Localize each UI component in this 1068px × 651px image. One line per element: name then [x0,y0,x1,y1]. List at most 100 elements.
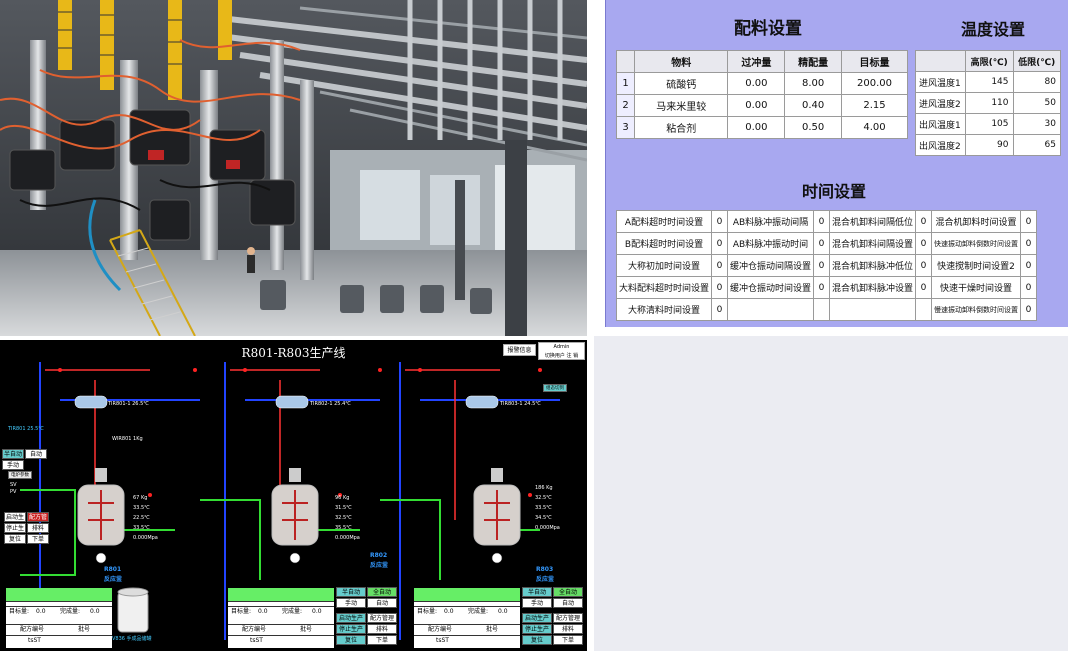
login-panel[interactable]: Admin 切换用户 注 销 [538,342,585,360]
recipe-mgmt-button[interactable]: 配方管理 [27,512,49,531]
temperature-low-value[interactable]: 30 [1012,113,1061,135]
line3-recipe-value[interactable]: tsST [436,636,449,646]
time-value[interactable]: 0 [915,210,932,233]
time-value[interactable]: 0 [915,254,932,277]
time-value[interactable]: 0 [711,298,728,321]
line2-start-button[interactable]: 启动生产 [336,613,366,623]
line3-discharge-button[interactable]: 下单 [553,635,583,645]
line2-discharge-button[interactable]: 下单 [367,635,397,645]
time-value [813,298,830,321]
r801-pressure: 0.000Mpa [133,535,158,541]
recipe-row-index: 1 [616,72,635,95]
time-row: A配料超时时间设置 0 AB料脉冲振动间隔 0 混合机卸料间隔低位 0 混合机卸… [615,210,1037,233]
time-value[interactable]: 0 [1020,298,1037,321]
line2-target-label: 目标量: [231,608,252,615]
recipe-target-value[interactable]: 200.00 [841,72,908,95]
heating-params[interactable]: 电炉参数 [8,471,32,479]
recipe-fine-value[interactable]: 8.00 [784,72,843,95]
line2-recipe-value-row: tsST [228,635,334,645]
semi-auto-button[interactable]: 半自动 [2,449,24,459]
r802-temp-3: 35.5℃ [335,525,352,531]
recipe-fine-value[interactable]: 0.50 [784,116,843,139]
r802-temp-2: 32.5℃ [335,515,352,521]
line1-done-value: 0.0 [90,608,100,615]
right-tag[interactable]: 组态切到 [543,384,567,392]
temperature-label: 进风温度2 [915,92,966,114]
time-value[interactable]: 0 [1020,232,1037,255]
line3-reset-button[interactable]: 复位 [522,635,552,645]
line3-full-auto-button[interactable]: 全自动 [553,587,583,597]
time-value[interactable]: 0 [915,276,932,299]
temperature-low-value[interactable]: 80 [1012,71,1061,93]
line2-feed-button[interactable]: 排料 [367,624,397,634]
composite-screen: 配料设置 温度设置 物料 过冲量 精配量 目标量 1 硫酸钙 0.00 8.00… [0,0,1068,651]
recipe-overshoot-value[interactable]: 0.00 [727,72,786,95]
line2-auto-button[interactable]: 自动 [367,598,397,608]
login-actions[interactable]: 切换用户 注 销 [539,352,584,361]
time-label: 大称清料时间设置 [615,298,713,321]
time-value[interactable]: 0 [915,232,932,255]
line2-manual-button[interactable]: 手动 [336,598,366,608]
stop-production-button[interactable]: 停止生产 [4,523,26,542]
reset-button[interactable]: 复位 [4,534,26,544]
manual-button[interactable]: 手动 [2,460,24,470]
line3-status-bar [414,588,520,602]
recipe-target-value[interactable]: 2.15 [841,94,908,117]
time-label: AB料脉冲振动时间 [726,232,815,255]
auto-button[interactable]: 自动 [25,449,47,459]
temperature-high-value[interactable]: 90 [965,134,1014,156]
r803-temp-2: 33.5℃ [535,505,552,511]
line2-full-auto-button[interactable]: 全自动 [367,587,397,597]
recipe-settings-panel: 配料设置 温度设置 物料 过冲量 精配量 目标量 1 硫酸钙 0.00 8.00… [605,0,1068,327]
line2-recipe-value[interactable]: tsST [250,636,263,646]
temperature-low-value[interactable]: 50 [1012,92,1061,114]
feed-button[interactable]: 排料 [27,523,49,533]
recipe-fine-value[interactable]: 0.40 [784,94,843,117]
time-value[interactable]: 0 [813,210,830,233]
time-value[interactable]: 0 [813,276,830,299]
time-value[interactable]: 0 [1020,210,1037,233]
time-value[interactable]: 0 [711,254,728,277]
start-production-button[interactable]: 启动生产 [4,512,26,531]
discharge-button[interactable]: 下单 [27,534,49,544]
time-value[interactable]: 0 [1020,254,1037,277]
line1-recipe-value[interactable]: tsST [28,636,41,646]
temperature-label: 出风温度1 [915,113,966,135]
line3-start-button[interactable]: 启动生产 [522,613,552,623]
line2-semi-auto-button[interactable]: 半自动 [336,587,366,597]
line3-stop-button[interactable]: 停止生产 [522,624,552,634]
line2-reset-button[interactable]: 复位 [336,635,366,645]
time-label: 混合机卸料间隔设置 [828,232,917,255]
temperature-high-value[interactable]: 105 [965,113,1014,135]
temperature-high-value[interactable]: 110 [965,92,1014,114]
time-value [915,298,932,321]
recipe-overshoot-value[interactable]: 0.00 [727,94,786,117]
line3-recipe-mgmt-button[interactable]: 配方管理 [553,613,583,623]
line3-auto-button[interactable]: 自动 [553,598,583,608]
recipe-material[interactable]: 硫酸钙 [633,72,729,95]
line3-feed-button[interactable]: 排料 [553,624,583,634]
line2-target-value: 0.0 [258,608,268,615]
time-value[interactable]: 0 [813,232,830,255]
temperature-low-value[interactable]: 65 [1012,134,1061,156]
line3-semi-auto-button[interactable]: 半自动 [522,587,552,597]
line2-stop-button[interactable]: 停止生产 [336,624,366,634]
time-value[interactable]: 0 [711,232,728,255]
recipe-target-value[interactable]: 4.00 [841,116,908,139]
recipe-overshoot-value[interactable]: 0.00 [727,116,786,139]
line2-recipe-mgmt-button[interactable]: 配方管理 [367,613,397,623]
r801-temp-3: 33.5℃ [133,525,150,531]
temperature-row: 进风温度1 145 80 [915,71,1061,93]
sv-label: SV [10,482,17,488]
recipe-header-material: 物料 [633,50,729,73]
temperature-high-value[interactable]: 145 [965,71,1014,93]
recipe-material[interactable]: 粘合剂 [633,116,729,139]
time-value[interactable]: 0 [711,276,728,299]
recipe-material[interactable]: 马来米里较 [633,94,729,117]
time-value[interactable]: 0 [711,210,728,233]
time-value[interactable]: 0 [813,254,830,277]
alarm-info-button[interactable]: 报警信息 [503,344,536,356]
line3-done-label: 完成量: [468,608,489,615]
line3-manual-button[interactable]: 手动 [522,598,552,608]
time-value[interactable]: 0 [1020,276,1037,299]
